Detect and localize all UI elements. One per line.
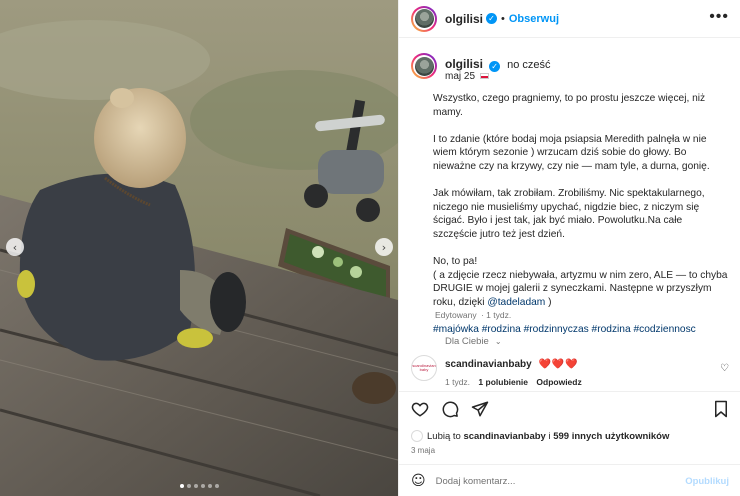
liker-username[interactable]: scandinavianbaby [463, 431, 545, 442]
action-icons [411, 400, 489, 418]
likes-others-link[interactable]: 599 innych użytkowników [553, 431, 669, 442]
comment-heart-icon[interactable]: ♡ [720, 363, 729, 374]
carousel-indicator [0, 484, 398, 488]
caption-author-avatar[interactable] [411, 53, 437, 79]
verified-badge-icon: ✓ [486, 13, 498, 24]
carousel-dot [207, 484, 212, 488]
post-comments-area[interactable]: olgilisi ✓ no cześć maj 25 Wszystko, cze… [399, 39, 740, 391]
commenter-avatar[interactable]: scandinavian baby [411, 355, 437, 381]
caption-header: olgilisi ✓ no cześć [445, 57, 551, 72]
caption-paragraph: No, to pa! ( a zdjęcie rzecz niebywała, … [433, 255, 729, 309]
carousel-dot [179, 484, 184, 488]
chevron-down-icon: ⌄ [494, 337, 502, 346]
post-photo[interactable]: ‹ › [0, 0, 398, 496]
hashtags-link[interactable]: #majówka #rodzina #rodzinnyczas #rodzina… [433, 323, 729, 337]
add-comment-bar: ☺ Opublikuj [399, 464, 740, 496]
edited-label: Edytowany [435, 310, 477, 320]
carousel-dot [193, 484, 198, 488]
edited-info: Edytowany · 1 tydz. [433, 310, 511, 320]
post-actions: Lubią to scandinavianbaby i 599 innych u… [399, 391, 740, 496]
emoji-icon[interactable]: ☺ [411, 473, 426, 489]
flag-icon [479, 73, 489, 79]
caption-username[interactable]: olgilisi [445, 57, 483, 71]
post-header: olgilisi ✓ • Obserwuj ••• [399, 0, 740, 38]
commenter-username[interactable]: scandinavianbaby [445, 359, 532, 370]
caption-closing-detail: ( a zdjęcie rzecz niebywała, artyzmu w n… [433, 269, 728, 308]
bookmark-icon[interactable] [713, 400, 729, 418]
save-button[interactable] [713, 400, 729, 418]
caption-date-text: maj 25 [445, 71, 476, 82]
post-date[interactable]: 3 maja [411, 446, 435, 455]
caption-paragraph: I to zdanie (które bodaj moja psiapsia M… [433, 133, 710, 172]
post-location[interactable]: no cześć [507, 59, 550, 71]
carousel-next-button[interactable]: › [375, 238, 393, 256]
caption-paragraph: Jak mówiłam, tak zrobiłam. Zrobiliśmy. N… [433, 188, 705, 240]
edited-time: · 1 tydz. [480, 310, 512, 320]
for-you-label: Dla Ciebie [445, 336, 489, 347]
likes-prefix: Lubią to [427, 430, 461, 442]
comment-header: scandinavianbaby ❤️❤️❤️ [445, 359, 579, 370]
header-separator: • [501, 12, 505, 25]
comment-likes-link[interactable]: 1 polubienie [478, 377, 528, 387]
author-avatar[interactable] [411, 5, 437, 32]
caption-closing: No, to pa! [433, 256, 478, 268]
comment-text: ❤️❤️❤️ [538, 359, 579, 370]
for-you-dropdown[interactable]: Dla Ciebie ⌄ [445, 336, 502, 347]
carousel-dot [214, 484, 219, 488]
comment-icon[interactable] [441, 400, 459, 418]
liker-avatar[interactable] [411, 430, 423, 442]
likes-middle: i [548, 430, 551, 442]
carousel-dot [186, 484, 191, 488]
share-icon[interactable] [471, 400, 489, 418]
carousel-prev-button[interactable]: ‹ [6, 238, 24, 256]
likes-summary: Lubią to scandinavianbaby i 599 innych u… [411, 430, 669, 442]
more-options-icon[interactable]: ••• [709, 8, 729, 26]
author-username[interactable]: olgilisi [445, 12, 483, 26]
caption-date: maj 25 [445, 71, 489, 82]
post-sidebar: olgilisi ✓ • Obserwuj ••• olgilisi ✓ no … [398, 0, 740, 496]
carousel-dot [200, 484, 205, 488]
heart-icon[interactable] [411, 400, 429, 418]
photo-illustration [0, 0, 398, 496]
caption-closing-end: ) [548, 296, 552, 308]
comment-meta: 1 tydz. 1 polubienie Odpowiedz [445, 377, 582, 387]
comment-input[interactable] [435, 475, 686, 487]
verified-badge-icon: ✓ [489, 61, 501, 72]
mention-link[interactable]: @tadeladam [487, 297, 545, 308]
comment-time: 1 tydz. [445, 377, 471, 387]
reply-button[interactable]: Odpowiedz [536, 377, 581, 387]
caption-paragraph: Wszystko, czego pragniemy, to po prostu … [433, 93, 706, 118]
publish-button[interactable]: Opublikuj [685, 476, 729, 487]
follow-button[interactable]: Obserwuj [509, 13, 559, 25]
